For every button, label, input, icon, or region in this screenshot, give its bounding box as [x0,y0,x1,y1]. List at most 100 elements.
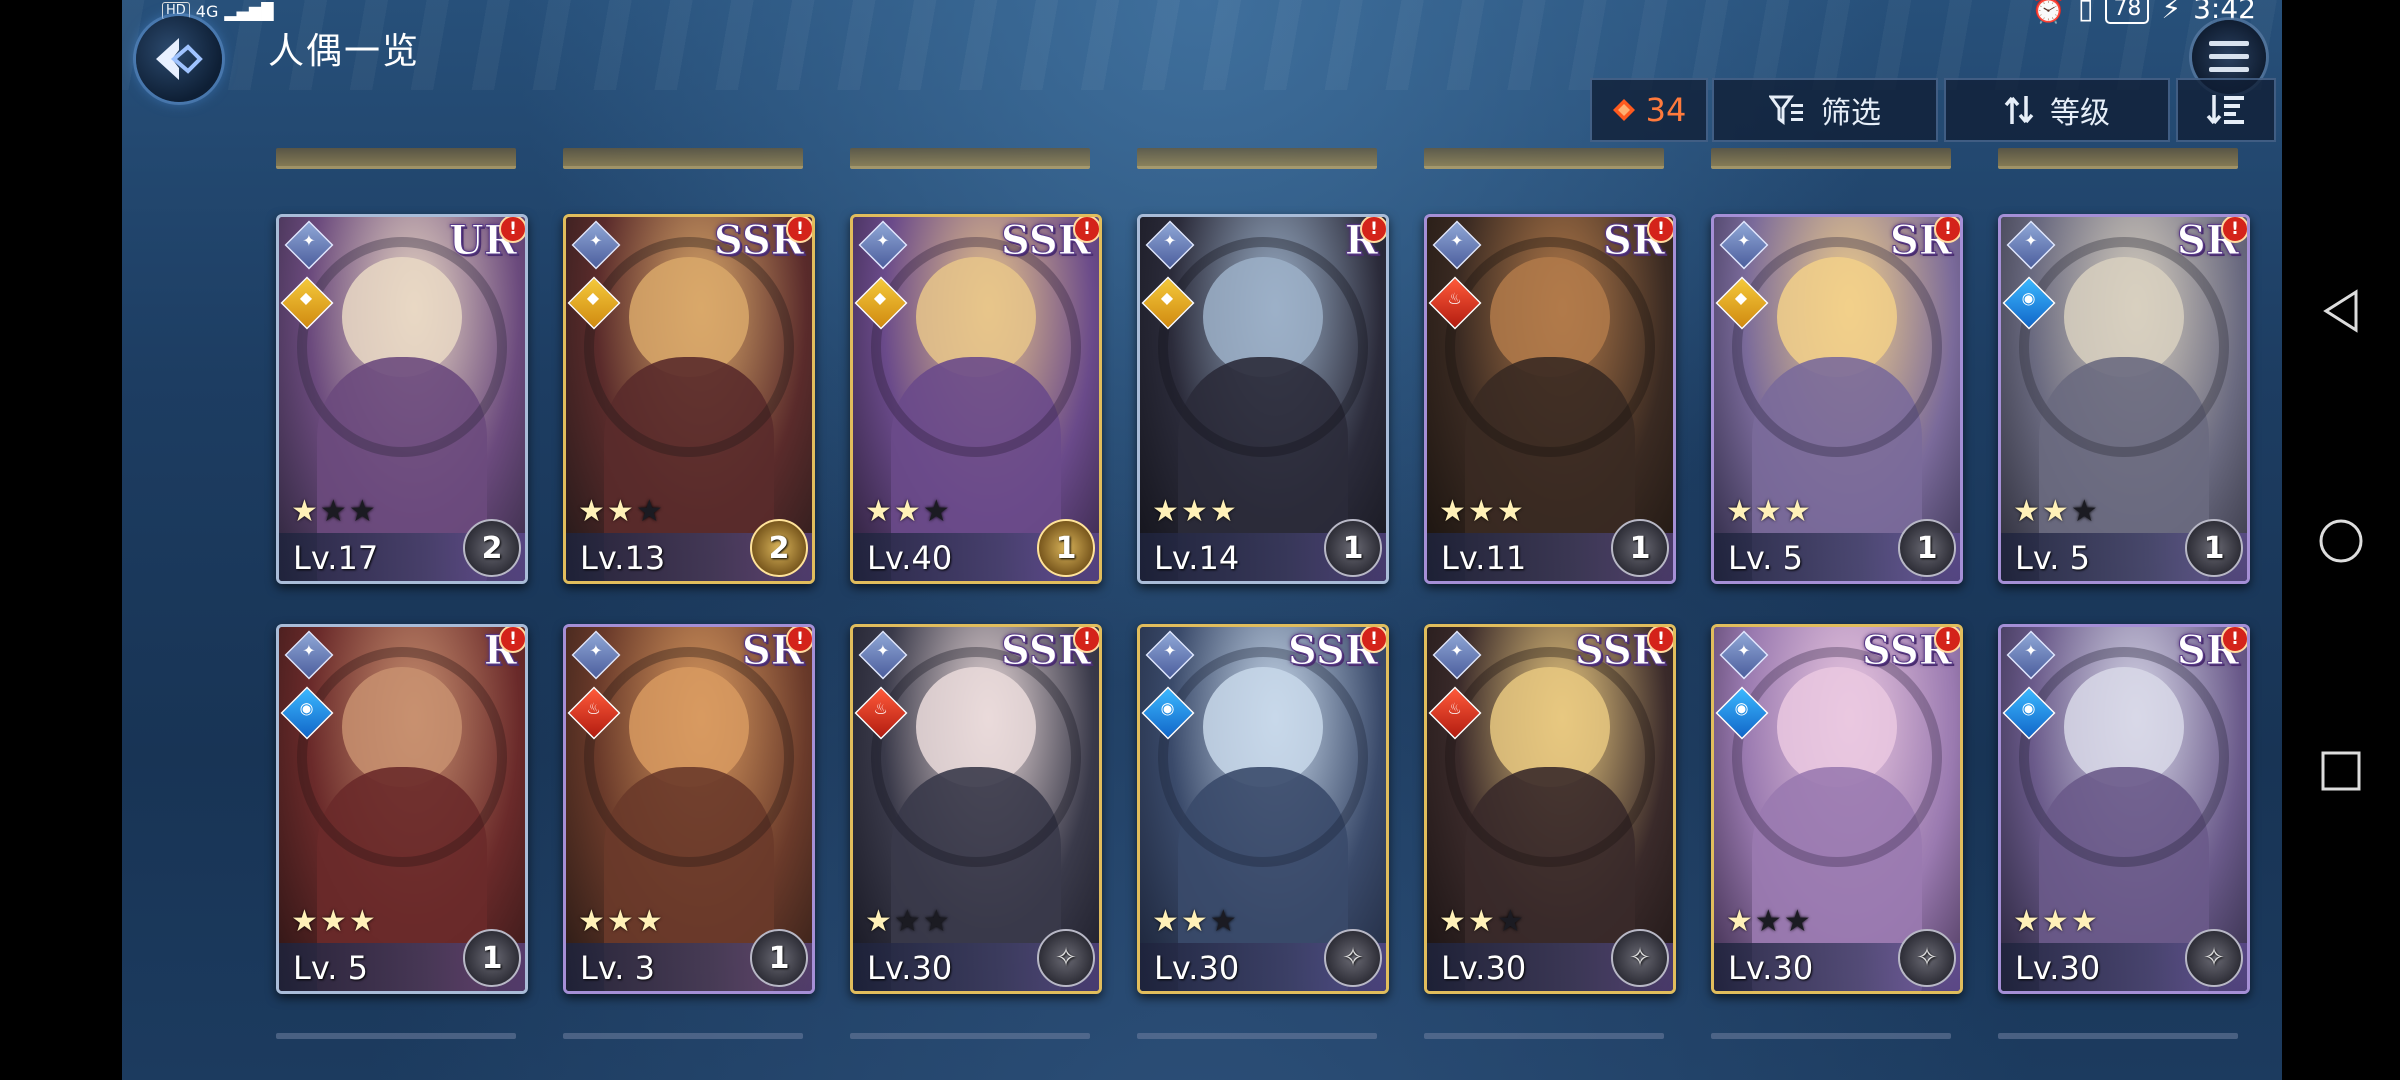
star-filled-icon: ★ [1152,494,1181,529]
partial-card-above [563,148,803,169]
bond-rank-badge: 1 [1898,519,1956,577]
partial-card-above [1711,148,1951,169]
star-rating: ★★★ [291,904,378,939]
star-filled-icon: ★ [2013,494,2042,529]
sort-label: 等级 [2050,96,2110,131]
star-filled-icon: ★ [865,904,894,939]
alarm-icon: ⏰ [2031,0,2067,25]
character-card[interactable]: ✦ ◉ SSR! ★★★ Lv.30 ✧ [1137,624,1389,994]
partial-card-below [1998,1033,2238,1039]
character-card[interactable]: ✦ ◆ R! ★★★ Lv.14 1 [1137,214,1389,584]
character-list[interactable]: ✦ ◆ UR! ★★★ Lv.17 2 ✦ ◆ SSR! ★★★ Lv.13 2 ✦ ◆ SSR! ★★★ Lv… [122,140,2282,1080]
character-card[interactable]: ✦ ♨ SR! ★★★ Lv. 31 [563,624,815,994]
star-filled-icon: ★ [1180,904,1210,939]
network-indicator: 4G [195,1,219,21]
alert-exclamation-icon: ! [1073,627,1099,653]
level-label: Lv. 3 [580,949,655,987]
partial-card-above [1137,148,1377,169]
bond-rank-badge: 1 [1611,519,1669,577]
partial-card-below [563,1033,803,1039]
star-empty-icon: ★ [893,904,923,939]
square-recents-icon [2321,751,2361,791]
star-empty-icon: ★ [1496,904,1526,939]
character-card[interactable]: ✦ ◉ SR! ★★★ Lv. 51 [1998,214,2250,584]
gem-count: 34 [1645,91,1687,129]
character-card[interactable]: ✦ ◆ UR! ★★★ Lv.17 2 [276,214,528,584]
alert-exclamation-icon: ! [1073,217,1099,243]
alert-exclamation-icon: ! [1360,627,1386,653]
character-card[interactable]: ✦ ◉ R! ★★★ Lv. 51 [276,624,528,994]
wing-emblem-icon: ✧ [1611,929,1669,987]
sort-descending-icon [2206,95,2244,125]
level-label: Lv.30 [1441,949,1527,987]
star-filled-icon: ★ [1467,494,1497,529]
star-filled-icon: ★ [1439,494,1468,529]
sort-arrows-icon [2004,96,2034,124]
star-rating: ★★★ [2013,904,2100,939]
game-screen: HD 4G ▂▄▆█ ⏰ ▯ 78 ⚡ 3:42 人偶一览 34 筛选 等级 ✦… [122,0,2282,1080]
character-card[interactable]: ✦ ♨ SR! ★★★ Lv.11 1 [1424,214,1676,584]
bond-rank-badge: 2 [750,519,808,577]
star-filled-icon: ★ [635,904,665,939]
character-card[interactable]: ✦ ♨ SSR! ★★★ Lv.30 ✧ [850,624,1102,994]
character-card[interactable]: ✦ ◆ SSR! ★★★ Lv.13 2 [563,214,815,584]
alert-exclamation-icon: ! [499,217,525,243]
star-filled-icon: ★ [1209,494,1239,529]
star-filled-icon: ★ [1726,904,1755,939]
star-filled-icon: ★ [1783,494,1813,529]
sort-by-level-button[interactable]: 等级 [1944,78,2170,142]
star-rating: ★★★ [578,904,665,939]
circle-home-icon [2319,519,2363,563]
filter-button[interactable]: 筛选 [1712,78,1938,142]
alert-exclamation-icon: ! [786,627,812,653]
character-card[interactable]: ✦ ◆ SSR! ★★★ Lv.40 1 [850,214,1102,584]
nav-back-button[interactable] [2282,270,2400,350]
star-rating: ★★★ [865,494,952,529]
gem-counter: 34 [1590,78,1708,142]
bond-rank-badge: 1 [1324,519,1382,577]
nav-home-button[interactable] [2282,500,2400,580]
star-rating: ★★★ [2013,494,2100,529]
alert-exclamation-icon: ! [786,217,812,243]
partial-card-below [1711,1033,1951,1039]
star-filled-icon: ★ [578,904,607,939]
partial-card-above [276,148,516,169]
star-filled-icon: ★ [2041,494,2071,529]
star-filled-icon: ★ [865,494,894,529]
character-card[interactable]: ✦ ◉ SSR! ★★★ Lv.30 ✧ [1711,624,1963,994]
star-filled-icon: ★ [893,494,923,529]
character-card[interactable]: ✦ ◉ SR! ★★★ Lv.30 ✧ [1998,624,2250,994]
partial-card-below [850,1033,1090,1039]
star-empty-icon: ★ [1209,904,1239,939]
wing-emblem-icon: ✧ [1898,929,1956,987]
star-filled-icon: ★ [1726,494,1755,529]
diamond-gem-icon [1612,99,1635,121]
star-empty-icon: ★ [922,904,952,939]
level-label: Lv.30 [2015,949,2101,987]
level-label: Lv.30 [867,949,953,987]
sort-order-toggle[interactable] [2176,78,2276,142]
character-card[interactable]: ✦ ◆ SR! ★★★ Lv. 51 [1711,214,1963,584]
star-rating: ★★★ [1152,494,1239,529]
star-filled-icon: ★ [1180,494,1210,529]
star-filled-icon: ★ [348,904,378,939]
bond-rank-badge: 1 [463,929,521,987]
star-rating: ★★★ [1439,904,1526,939]
star-empty-icon: ★ [319,494,349,529]
level-label: Lv.30 [1154,949,1240,987]
level-label: Lv.17 [293,539,379,577]
vibrate-icon: ▯ [2078,0,2094,25]
star-filled-icon: ★ [291,494,320,529]
star-rating: ★★★ [1152,904,1239,939]
nav-recents-button[interactable] [2282,730,2400,810]
star-filled-icon: ★ [1152,904,1181,939]
character-card[interactable]: ✦ ♨ SSR! ★★★ Lv.30 ✧ [1424,624,1676,994]
wing-emblem-icon: ✧ [1037,929,1095,987]
star-filled-icon: ★ [578,494,607,529]
level-label: Lv.40 [867,539,953,577]
alert-exclamation-icon: ! [2221,627,2247,653]
star-filled-icon: ★ [1496,494,1526,529]
star-rating: ★★★ [865,904,952,939]
back-button[interactable] [136,16,222,102]
star-empty-icon: ★ [1783,904,1813,939]
